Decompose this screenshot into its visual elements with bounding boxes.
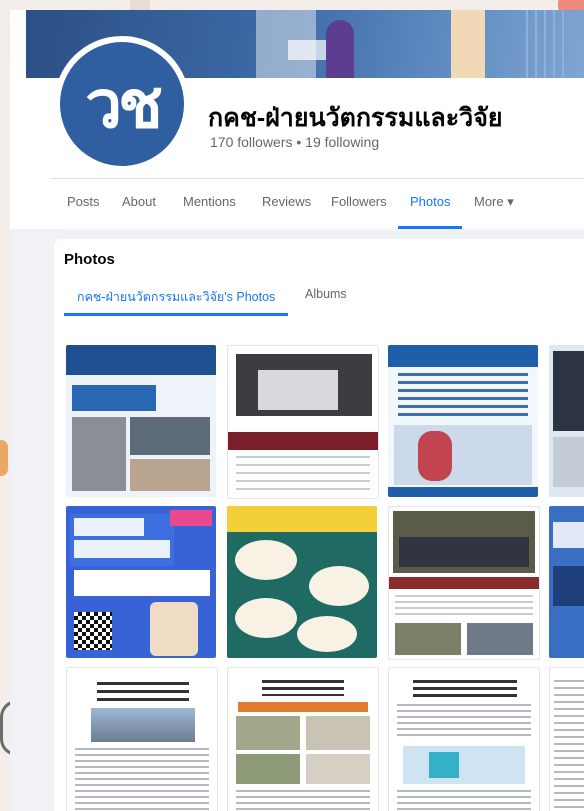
photo-thumbnail[interactable] (227, 667, 379, 811)
tab-photos[interactable]: Photos (397, 179, 464, 229)
page-tabs: Posts About Mentions Reviews Followers P… (50, 179, 584, 229)
tab-more[interactable]: More ▾ (472, 179, 516, 227)
tab-posts[interactable]: Posts (65, 179, 102, 227)
photo-thumbnail[interactable] (227, 506, 377, 658)
cover-graphic (326, 20, 354, 78)
avatar-logo: วช (60, 42, 184, 166)
photo-thumbnail[interactable] (549, 667, 584, 811)
photo-thumbnail[interactable] (549, 506, 584, 658)
tab-followers[interactable]: Followers (329, 179, 389, 227)
background-decoration (0, 440, 8, 476)
photo-thumbnail[interactable] (388, 345, 538, 497)
tab-about[interactable]: About (120, 179, 158, 227)
sub-tab-page-photos[interactable]: กคช-ฝ่ายนวัตกรรมและวิจัย's Photos (63, 287, 289, 316)
photo-thumbnail[interactable] (66, 506, 216, 658)
photo-thumbnail[interactable] (388, 506, 540, 660)
avatar-logo-text: วช (85, 65, 163, 143)
page-title[interactable]: กคช-ฝ่ายนวัตกรรมและวิจัย (208, 98, 503, 138)
sub-tab-albums[interactable]: Albums (305, 287, 347, 301)
page-follow-stats[interactable]: 170 followers • 19 following (210, 134, 379, 150)
tab-reviews[interactable]: Reviews (260, 179, 313, 227)
tab-mentions[interactable]: Mentions (181, 179, 238, 227)
photo-thumbnail[interactable] (549, 345, 584, 497)
photo-thumbnail[interactable] (66, 667, 218, 811)
photos-section-title: Photos (64, 251, 115, 268)
facebook-page-window: วช กคช-ฝ่ายนวัตกรรมและวิจัย 170 follower… (10, 10, 584, 811)
photo-thumbnail[interactable] (66, 345, 216, 497)
profile-avatar[interactable]: วช (54, 36, 190, 172)
cover-graphic (526, 10, 566, 78)
cover-graphic (451, 10, 485, 78)
photos-card: Photos กคช-ฝ่ายนวัตกรรมและวิจัย's Photos… (54, 239, 584, 811)
photo-thumbnail[interactable] (388, 667, 540, 811)
photo-thumbnail[interactable] (227, 345, 379, 499)
